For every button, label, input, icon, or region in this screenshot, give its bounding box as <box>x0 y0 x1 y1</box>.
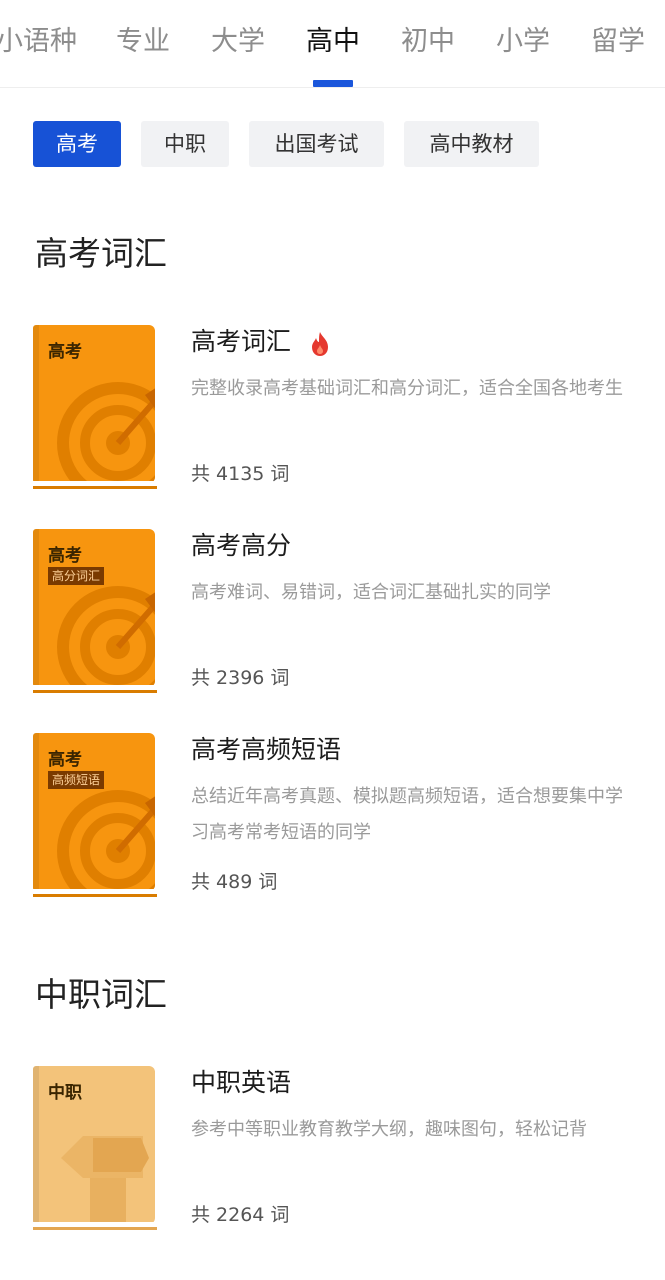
book-title[interactable]: 中职英语 <box>191 1067 291 1099</box>
tab-study-abroad[interactable]: 留学 <box>591 22 645 62</box>
book-page-edge <box>33 685 157 693</box>
chip-overseas-exams[interactable]: 出国考试 <box>249 121 384 167</box>
word-count: 共 489 词 <box>191 871 278 893</box>
book-description: 总结近年高考真题、模拟题高频短语，适合想要集中学习高考常考短语的同学 <box>191 786 623 843</box>
book-cover[interactable]: 中职 <box>33 1066 157 1231</box>
category-tab-bar: 小语种 专业 大学 高中 初中 小学 留学 <box>0 0 665 88</box>
tab-junior-high[interactable]: 初中 <box>401 22 455 62</box>
word-count: 共 2396 词 <box>191 667 290 689</box>
book-description: 完整收录高考基础词汇和高分词汇，适合全国各地考生 <box>191 378 623 399</box>
cover-tag: 高分词汇 <box>48 567 105 585</box>
book-cover[interactable]: 高考 高分词汇 <box>33 529 157 694</box>
book-cover-art: 高考 高分词汇 <box>33 529 155 687</box>
chip-high-school-textbook[interactable]: 高中教材 <box>404 121 539 167</box>
tab-university[interactable]: 大学 <box>211 22 265 62</box>
chip-gaokao[interactable]: 高考 <box>33 121 121 167</box>
active-tab-indicator <box>313 80 353 87</box>
book-cover[interactable]: 高考 高频短语 <box>33 733 157 898</box>
fire-icon <box>312 332 328 356</box>
cover-tag: 高频短语 <box>48 771 105 789</box>
cover-title: 高考 <box>48 342 82 362</box>
book-description: 参考中等职业教育教学大纲，趣味图句，轻松记背 <box>191 1119 587 1140</box>
book-page-edge <box>33 481 157 489</box>
tab-high-school[interactable]: 高中 <box>306 22 360 62</box>
book-title[interactable]: 高考词汇 <box>191 326 291 358</box>
tab-minor-languages[interactable]: 小语种 <box>0 22 77 62</box>
tab-primary-school[interactable]: 小学 <box>496 22 550 62</box>
book-cover-art: 高考 <box>33 325 155 483</box>
book-title[interactable]: 高考高分 <box>191 530 291 562</box>
cover-title: 高考 <box>48 750 82 770</box>
section-title-gaokao: 高考词汇 <box>35 234 167 273</box>
word-count: 共 2264 词 <box>191 1204 290 1226</box>
book-title[interactable]: 高考高频短语 <box>191 734 341 766</box>
book-page-edge <box>33 1222 157 1230</box>
book-cover[interactable]: 高考 <box>33 325 157 490</box>
book-cover-art: 高考 高频短语 <box>33 733 155 891</box>
word-count: 共 4135 词 <box>191 463 290 485</box>
cover-title: 中职 <box>48 1083 82 1103</box>
tab-major[interactable]: 专业 <box>116 22 170 62</box>
book-cover-art: 中职 <box>33 1066 155 1224</box>
book-page-edge <box>33 889 157 897</box>
chip-vocational[interactable]: 中职 <box>141 121 229 167</box>
cover-title: 高考 <box>48 546 82 566</box>
book-description: 高考难词、易错词，适合词汇基础扎实的同学 <box>191 582 551 603</box>
section-title-vocational: 中职词汇 <box>35 975 167 1014</box>
